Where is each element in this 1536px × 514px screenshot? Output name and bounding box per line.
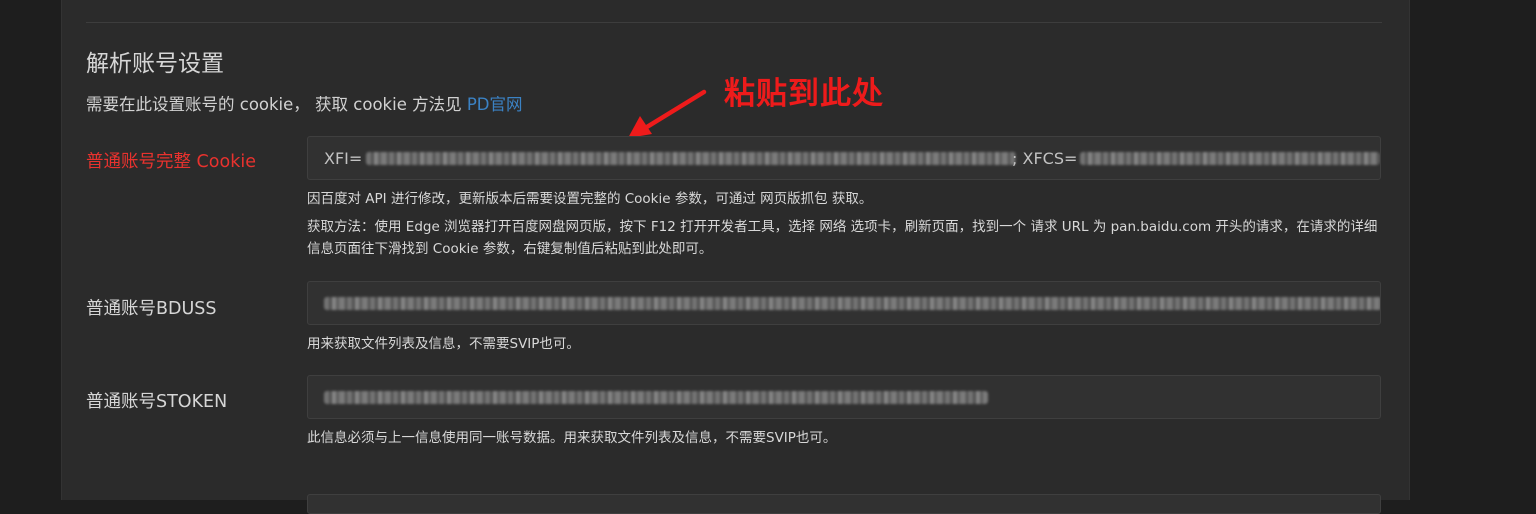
bduss-input[interactable] — [307, 281, 1381, 325]
section-title: 解析账号设置 — [86, 51, 224, 77]
stoken-label: 普通账号STOKEN — [86, 392, 228, 412]
cookie-label: 普通账号完整 Cookie — [86, 152, 256, 172]
bduss-label: 普通账号BDUSS — [86, 299, 217, 319]
cookie-value-redacted — [366, 152, 1016, 165]
section-divider — [86, 22, 1382, 23]
stoken-value-redacted — [324, 391, 988, 404]
bduss-value-redacted — [324, 297, 1380, 310]
cookie-value-prefix-2: ; XFCS= — [1012, 149, 1078, 168]
cookie-value-prefix: XFI= — [324, 149, 363, 168]
description-text: 需要在此设置账号的 cookie， 获取 cookie 方法见 — [86, 95, 467, 114]
cookie-input[interactable]: XFI= ; XFCS= — [307, 136, 1381, 180]
bduss-help: 用来获取文件列表及信息，不需要SVIP也可。 — [307, 336, 580, 352]
next-input[interactable] — [307, 494, 1381, 514]
section-description: 需要在此设置账号的 cookie， 获取 cookie 方法见 PD官网 — [86, 91, 523, 115]
pd-official-link[interactable]: PD官网 — [467, 95, 523, 114]
stoken-help: 此信息必须与上一信息使用同一账号数据。用来获取文件列表及信息，不需要SVIP也可… — [307, 430, 837, 446]
annotation-arrow-icon — [628, 89, 707, 138]
annotation-text: 粘贴到此处 — [724, 76, 884, 112]
cookie-help-2: 获取方法：使用 Edge 浏览器打开百度网盘网页版，按下 F12 打开开发者工具… — [307, 219, 1378, 257]
cookie-value-redacted-2 — [1080, 152, 1380, 165]
cookie-help-1: 因百度对 API 进行修改，更新版本后需要设置完整的 Cookie 参数，可通过… — [307, 191, 873, 207]
stoken-input[interactable] — [307, 375, 1381, 419]
